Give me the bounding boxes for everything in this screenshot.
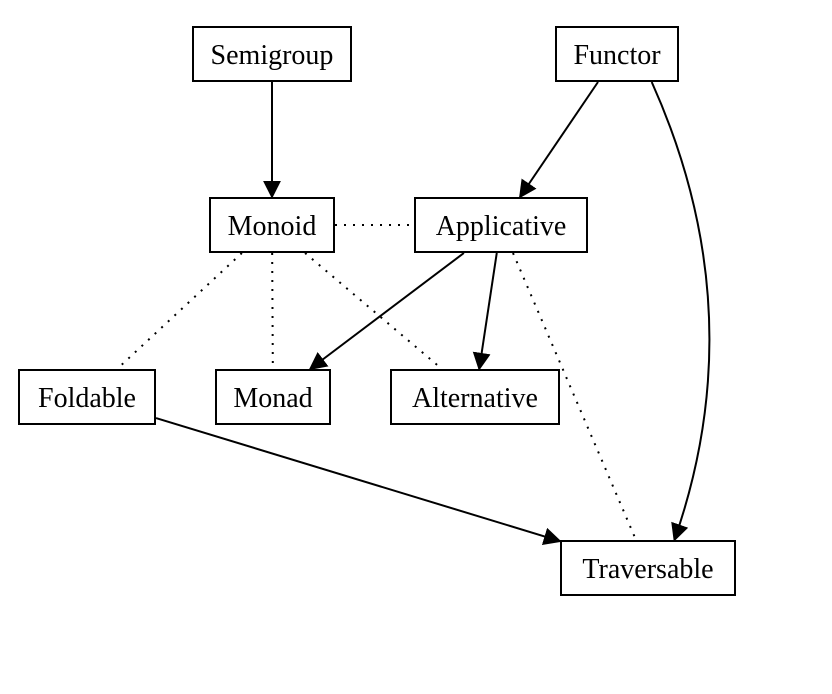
node-label: Alternative	[412, 383, 538, 414]
edge-monoid-to-foldable	[117, 253, 242, 369]
node-traversable: Traversable	[560, 540, 736, 596]
edge-functor-to-traversable	[652, 82, 710, 540]
node-label: Semigroup	[211, 40, 334, 71]
node-label: Monoid	[228, 211, 317, 242]
node-foldable: Foldable	[18, 369, 156, 425]
edge-functor-to-applicative	[520, 82, 598, 197]
edge-foldable-to-traversable	[156, 418, 560, 541]
node-semigroup: Semigroup	[192, 26, 352, 82]
node-label: Functor	[573, 40, 660, 71]
edge-applicative-to-alternative	[479, 253, 497, 369]
edge-applicative-to-monad	[310, 253, 464, 369]
edge-monoid-to-monad	[272, 253, 273, 369]
node-monad: Monad	[215, 369, 331, 425]
edge-monoid-to-alternative	[305, 253, 442, 369]
node-label: Monad	[233, 383, 312, 414]
node-applicative: Applicative	[414, 197, 588, 253]
node-alternative: Alternative	[390, 369, 560, 425]
node-functor: Functor	[555, 26, 679, 82]
node-label: Applicative	[436, 211, 567, 242]
node-label: Foldable	[38, 383, 136, 414]
typeclass-hierarchy-diagram: Semigroup Functor Monoid Applicative Fol…	[0, 0, 832, 694]
node-monoid: Monoid	[209, 197, 335, 253]
node-label: Traversable	[582, 554, 713, 585]
